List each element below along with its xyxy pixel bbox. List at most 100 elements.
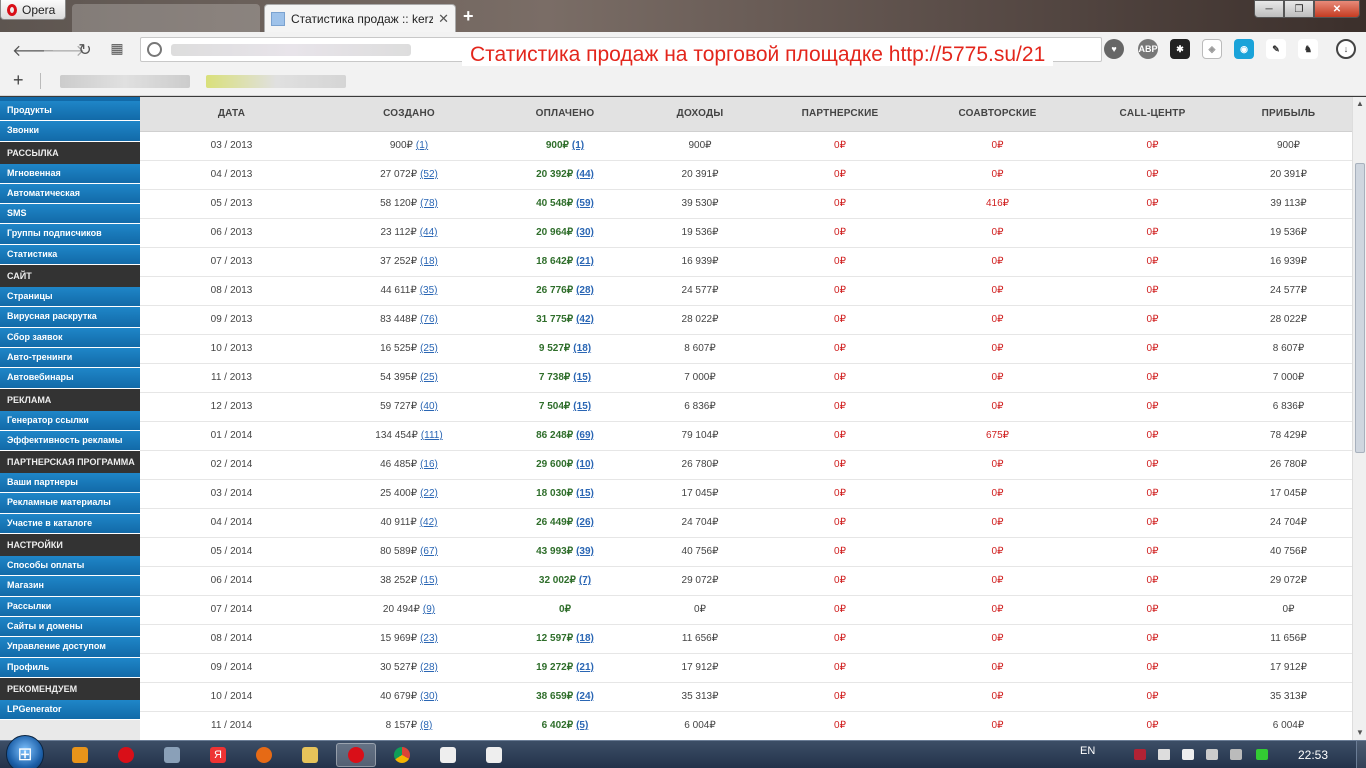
created-count-link[interactable]: (25)	[420, 372, 438, 383]
tab-blurred[interactable]	[72, 4, 260, 32]
created-count-link[interactable]: (52)	[420, 169, 438, 180]
sidebar-item[interactable]: LPGenerator	[0, 699, 140, 721]
sidebar-item[interactable]: Авто-тренинги	[0, 347, 140, 369]
speed-dial-grid-icon[interactable]: ▦	[108, 40, 126, 57]
paid-count-link[interactable]: (21)	[576, 256, 594, 267]
sidebar-item[interactable]: Автоматическая	[0, 183, 140, 205]
paid-count-link[interactable]: (7)	[579, 575, 591, 586]
tab-sales-stats[interactable]: Статистика продаж :: kerz ✕	[264, 4, 456, 32]
sidebar-item[interactable]: Статистика	[0, 244, 140, 266]
paid-count-link[interactable]: (28)	[576, 285, 594, 296]
created-count-link[interactable]: (18)	[420, 256, 438, 267]
back-arrow-icon[interactable]: 🡐	[12, 40, 55, 61]
sidebar-item[interactable]: Страницы	[0, 287, 140, 308]
created-count-link[interactable]: (9)	[423, 604, 435, 615]
paid-count-link[interactable]: (24)	[576, 691, 594, 702]
created-count-link[interactable]: (16)	[420, 459, 438, 470]
created-count-link[interactable]: (67)	[420, 546, 438, 557]
created-count-link[interactable]: (15)	[420, 575, 438, 586]
sidebar-item[interactable]: Продукты	[0, 101, 140, 122]
reload-icon[interactable]: ↻	[76, 40, 94, 60]
volume-icon[interactable]	[1158, 749, 1170, 760]
taskbar-yandex-browser[interactable]: Я	[198, 743, 238, 767]
created-count-link[interactable]: (30)	[420, 691, 438, 702]
maximize-button[interactable]: ❐	[1284, 0, 1314, 18]
paid-count-link[interactable]: (1)	[572, 140, 584, 151]
created-count-link[interactable]: (1)	[416, 140, 428, 151]
device-icon[interactable]	[1206, 749, 1218, 760]
download-icon[interactable]: ↓	[1336, 39, 1356, 59]
taskbar-opera-red[interactable]	[106, 743, 146, 767]
paid-count-link[interactable]: (15)	[573, 372, 591, 383]
puzzle-extension-icon[interactable]: ✱	[1170, 39, 1190, 59]
created-count-link[interactable]: (76)	[420, 314, 438, 325]
created-count-link[interactable]: (28)	[420, 662, 438, 673]
start-button[interactable]: ⊞	[6, 735, 44, 768]
minimize-button[interactable]: ─	[1254, 0, 1284, 18]
paid-count-link[interactable]: (42)	[576, 314, 594, 325]
paid-count-link[interactable]: (59)	[576, 198, 594, 209]
sidebar-item[interactable]: Эффективность рекламы	[0, 430, 140, 452]
paid-count-link[interactable]: (44)	[576, 169, 594, 180]
sidebar-item[interactable]: Автовебинары	[0, 368, 140, 389]
paid-count-link[interactable]: (15)	[573, 401, 591, 412]
circle-extension-icon[interactable]: ◉	[1234, 39, 1254, 59]
created-count-link[interactable]: (22)	[420, 488, 438, 499]
paid-count-link[interactable]: (18)	[576, 633, 594, 644]
sidebar-item[interactable]: Участие в каталоге	[0, 513, 140, 535]
taskbar-app-grid-2[interactable]	[474, 743, 514, 767]
paid-count-link[interactable]: (21)	[576, 662, 594, 673]
new-tab-button[interactable]: +	[463, 6, 474, 27]
sidebar-item[interactable]: Сбор заявок	[0, 327, 140, 348]
created-count-link[interactable]: (35)	[420, 285, 438, 296]
add-bookmark-button[interactable]: +	[13, 70, 24, 91]
sidebar-item[interactable]: Управление доступом	[0, 637, 140, 658]
sidebar-item[interactable]: Профиль	[0, 657, 140, 678]
bookmark-item-blurred[interactable]	[206, 75, 346, 88]
paid-count-link[interactable]: (15)	[576, 488, 594, 499]
created-count-link[interactable]: (40)	[420, 401, 438, 412]
sidebar-item[interactable]: Генератор ссылки	[0, 410, 140, 431]
network-signal-icon[interactable]	[1230, 749, 1242, 760]
language-indicator[interactable]: EN	[1080, 745, 1095, 757]
sidebar-item[interactable]: Вирусная раскрутка	[0, 307, 140, 328]
vertical-scrollbar[interactable]: ▲ ▼	[1352, 97, 1366, 740]
paid-count-link[interactable]: (5)	[576, 720, 588, 731]
created-count-link[interactable]: (42)	[420, 517, 438, 528]
created-count-link[interactable]: (23)	[420, 633, 438, 644]
sidebar-item[interactable]: Ваши партнеры	[0, 473, 140, 494]
evernote-extension-icon[interactable]: ♞	[1298, 39, 1318, 59]
adblock-extension-icon[interactable]: ABP	[1138, 39, 1158, 59]
sidebar-item[interactable]: Рекламные материалы	[0, 493, 140, 514]
sync-icon[interactable]	[1256, 749, 1268, 760]
bookmark-item-blurred[interactable]	[60, 75, 190, 88]
shield-extension-icon[interactable]: ◈	[1202, 39, 1222, 59]
show-desktop-button[interactable]	[1356, 741, 1366, 768]
site-info-icon[interactable]	[147, 42, 162, 57]
created-count-link[interactable]: (78)	[420, 198, 438, 209]
forward-arrow-icon[interactable]: 🡒	[42, 40, 85, 61]
sidebar-item[interactable]: Способы оплаты	[0, 556, 140, 577]
paid-count-link[interactable]: (30)	[576, 227, 594, 238]
taskbar-game-app[interactable]	[152, 743, 192, 767]
scroll-down-icon[interactable]: ▼	[1353, 726, 1366, 740]
taskbar-app-grid[interactable]	[428, 743, 468, 767]
scroll-thumb[interactable]	[1355, 163, 1365, 453]
tab-close-icon[interactable]: ✕	[438, 11, 449, 27]
paid-count-link[interactable]: (18)	[573, 343, 591, 354]
created-count-link[interactable]: (25)	[420, 343, 438, 354]
opera-menu-button[interactable]: Opera	[0, 0, 66, 20]
paid-count-link[interactable]: (10)	[576, 459, 594, 470]
us-flag-icon[interactable]	[1134, 749, 1146, 760]
heart-extension-icon[interactable]: ♥	[1104, 39, 1124, 59]
sidebar-item[interactable]: Группы подписчиков	[0, 224, 140, 245]
paid-count-link[interactable]: (26)	[576, 517, 594, 528]
sidebar-item[interactable]: Звонки	[0, 121, 140, 142]
taskbar-media-player[interactable]	[60, 743, 100, 767]
created-count-link[interactable]: (8)	[420, 720, 432, 731]
taskbar-opera-active[interactable]	[336, 743, 376, 767]
sidebar-item[interactable]: Магазин	[0, 576, 140, 597]
created-count-link[interactable]: (44)	[420, 227, 438, 238]
created-count-link[interactable]: (111)	[421, 430, 443, 441]
sidebar-item[interactable]: Рассылки	[0, 596, 140, 617]
